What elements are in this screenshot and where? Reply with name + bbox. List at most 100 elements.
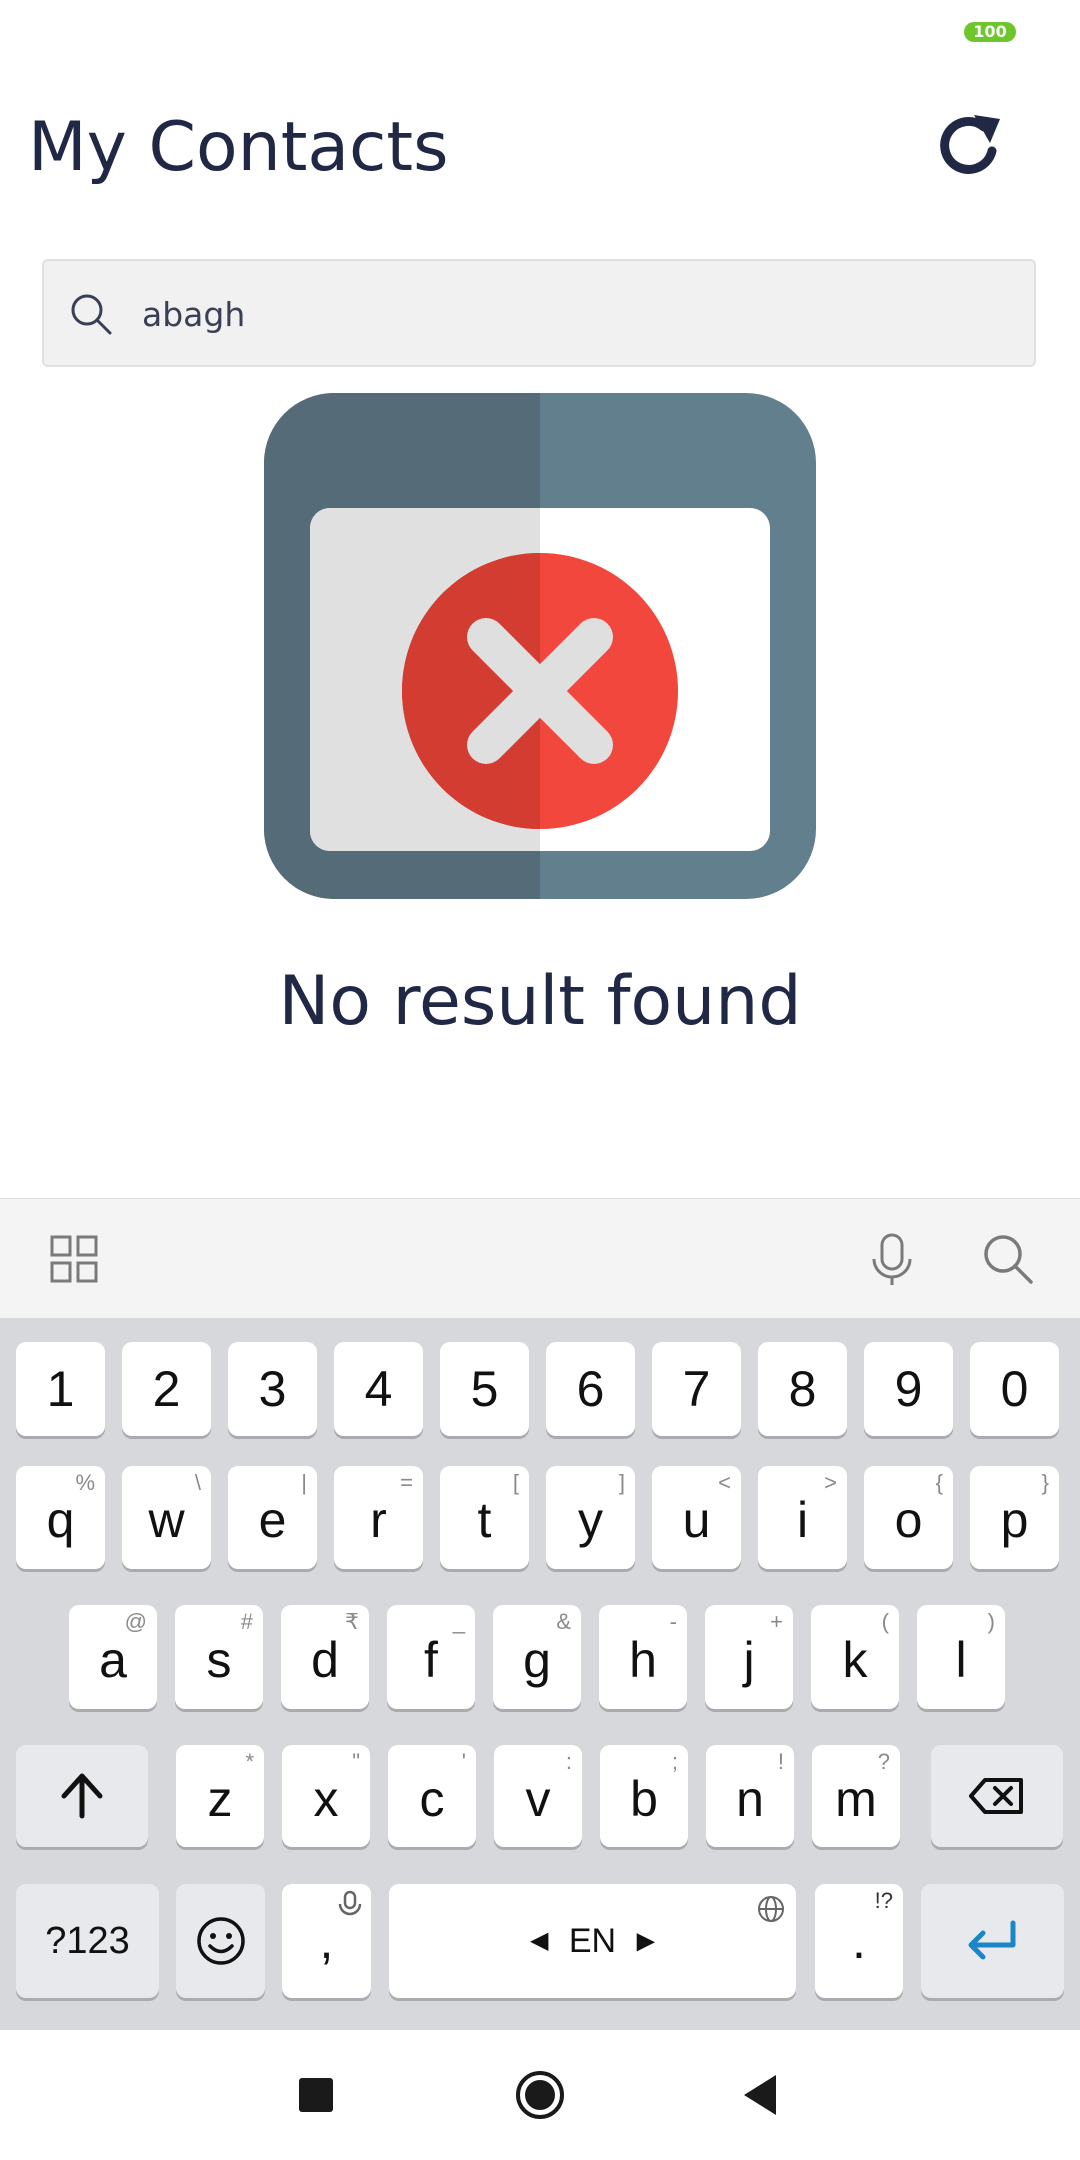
microphone-icon[interactable] <box>862 1229 922 1289</box>
refresh-icon <box>940 115 1000 174</box>
key-u[interactable]: < u <box>652 1466 741 1569</box>
window-error-icon <box>264 393 816 899</box>
key-hint: - <box>669 1609 677 1634</box>
page-title: My Contacts <box>28 108 449 187</box>
key-j[interactable]: + j <box>705 1605 793 1709</box>
key-o[interactable]: {o <box>864 1466 953 1569</box>
search-bar[interactable] <box>42 259 1036 367</box>
key-hint: % <box>75 1470 95 1495</box>
key-n[interactable]: ! n <box>706 1745 794 1847</box>
space-key[interactable]: ◀ EN ▶ <box>389 1884 796 1998</box>
key-hint: * <box>245 1749 254 1774</box>
shift-key[interactable] <box>16 1745 148 1847</box>
emoji-icon <box>196 1917 245 1965</box>
key-1[interactable]: 1 <box>16 1342 105 1436</box>
key-hint: ₹ <box>345 1609 359 1634</box>
key-v[interactable]: :v <box>494 1745 582 1847</box>
search-icon[interactable] <box>978 1229 1038 1289</box>
backspace-key[interactable] <box>931 1745 1063 1847</box>
key-f[interactable]: _ f <box>387 1605 475 1709</box>
back-triangle-icon[interactable] <box>730 2060 800 2130</box>
key-hint: _ <box>452 1609 465 1634</box>
search-input[interactable] <box>140 283 1004 345</box>
key-y[interactable]: ] y <box>546 1466 635 1569</box>
key-g[interactable]: & g <box>493 1605 581 1709</box>
key-hint: < <box>718 1470 731 1495</box>
navigation-bar <box>0 2030 1080 2160</box>
key-hint: ) <box>987 1609 995 1634</box>
key-hint: ' <box>461 1749 466 1774</box>
home-circle-icon[interactable] <box>505 2060 575 2130</box>
key-q[interactable]: % q <box>16 1466 105 1569</box>
key-r[interactable]: = r <box>334 1466 423 1569</box>
key-label: 2 <box>152 1361 181 1417</box>
key-6[interactable]: 6 <box>546 1342 635 1436</box>
key-hint: ! <box>777 1749 784 1774</box>
key-hint: " <box>352 1749 360 1774</box>
symbols-key[interactable]: ?123 <box>16 1884 159 1998</box>
key-3[interactable]: 3 <box>228 1342 317 1436</box>
enter-icon <box>968 1920 1015 1960</box>
key-0[interactable]: 0 <box>970 1342 1059 1436</box>
key-2[interactable]: 2 <box>122 1342 211 1436</box>
key-s[interactable]: # s <box>175 1605 263 1709</box>
status-bar: 100 <box>0 0 1080 64</box>
key-m[interactable]: ? m <box>812 1745 900 1847</box>
key-label: 1 <box>46 1361 75 1417</box>
key-label: 5 <box>470 1361 499 1417</box>
no-result-message: No result found <box>278 962 802 1041</box>
backspace-icon <box>969 1778 1023 1814</box>
prev-language-arrow-icon: ◀ <box>529 1927 549 1954</box>
key-e[interactable]: | e <box>228 1466 317 1569</box>
key-hint: : <box>565 1749 572 1774</box>
key-b[interactable]: ; b <box>600 1745 688 1847</box>
refresh-button[interactable] <box>930 105 1010 185</box>
key-x[interactable]: " x <box>282 1745 370 1847</box>
key-hint: \ <box>194 1470 201 1495</box>
key-l[interactable]: ) l <box>917 1605 1005 1709</box>
enter-key[interactable] <box>921 1884 1064 1998</box>
grid-icon[interactable] <box>44 1229 104 1289</box>
search-icon <box>71 294 112 335</box>
period-key[interactable]: !? . <box>815 1884 903 1998</box>
key-hint: # <box>240 1609 253 1634</box>
key-h[interactable]: -h <box>599 1605 687 1709</box>
key-d[interactable]: ₹ d <box>281 1605 369 1709</box>
key-label: 6 <box>576 1361 605 1417</box>
microphone-icon <box>338 1890 362 1916</box>
key-w[interactable]: \ w <box>122 1466 211 1569</box>
key-k[interactable]: (k <box>811 1605 899 1709</box>
key-z[interactable]: * z <box>176 1745 264 1847</box>
recents-square-icon[interactable] <box>281 2060 351 2130</box>
comma-key[interactable]: , <box>282 1884 371 1998</box>
key-8[interactable]: 8 <box>758 1342 847 1436</box>
key-hint: & <box>556 1609 571 1634</box>
key-hint: @ <box>124 1609 147 1634</box>
battery-indicator: 100 <box>964 22 1016 42</box>
key-5[interactable]: 5 <box>440 1342 529 1436</box>
key-hint: ] <box>618 1470 625 1495</box>
key-i[interactable]: > i <box>758 1466 847 1569</box>
emoji-key[interactable] <box>176 1884 265 1998</box>
key-hint: + <box>770 1609 783 1634</box>
key-4[interactable]: 4 <box>334 1342 423 1436</box>
key-a[interactable]: @ a <box>69 1605 157 1709</box>
key-label: 0 <box>1000 1361 1029 1417</box>
key-hint: [ <box>512 1470 519 1495</box>
key-label: 3 <box>258 1361 287 1417</box>
key-hint: | <box>301 1470 307 1495</box>
globe-icon <box>758 1896 784 1922</box>
key-label: 4 <box>364 1361 393 1417</box>
key-label: 7 <box>682 1361 711 1417</box>
key-p[interactable]: } p <box>970 1466 1059 1569</box>
shift-arrow-icon <box>61 1773 103 1819</box>
key-7[interactable]: 7 <box>652 1342 741 1436</box>
key-9[interactable]: 9 <box>864 1342 953 1436</box>
key-hint: } <box>1041 1470 1049 1495</box>
key-t[interactable]: [t <box>440 1466 529 1569</box>
next-language-arrow-icon: ▶ <box>636 1927 656 1955</box>
key-hint: { <box>935 1470 943 1495</box>
key-c[interactable]: ' c <box>388 1745 476 1847</box>
key-hint: > <box>824 1470 837 1495</box>
keyboard-toolbar <box>0 1198 1080 1319</box>
